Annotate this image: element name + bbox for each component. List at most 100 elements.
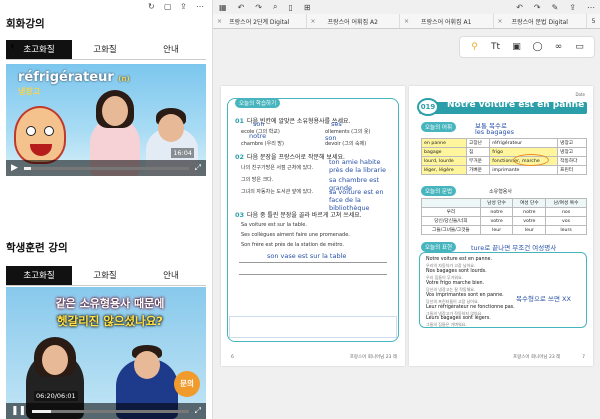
back-chevron-icon[interactable]: ‹: [10, 40, 22, 53]
lesson-title: Notre voiture est en panne: [447, 100, 585, 110]
table-row: 그들/그녀들/그것들 leur leur leurs: [421, 225, 587, 235]
expr-fr-6: Leurs bagages sont légers.: [426, 316, 491, 321]
conversation-video-player[interactable]: réfrigérateur (n) 냉장고 16:04 ▶ ⤢: [6, 64, 206, 176]
section-title-conversation: 회화강의: [6, 18, 45, 30]
bookmark-icon[interactable]: ▯: [288, 3, 292, 12]
lasso-icon[interactable]: ⚲: [469, 41, 481, 53]
doc-tab-4[interactable]: × 프랑스어 문법 Digital: [494, 14, 587, 28]
tab-guide[interactable]: 안내: [138, 40, 204, 59]
video1-quality-tabs: 초고화질 고화질 안내: [6, 40, 206, 60]
q2-item-1: 나의 친구가방은 서점 근처에 있다.: [241, 165, 314, 171]
expr-fr-1: Notre voiture est en panne.: [426, 257, 493, 262]
video2-controls: ❚❚ ⤢: [6, 403, 206, 419]
grid-icon[interactable]: ▦: [219, 3, 227, 12]
table-row: lourd, lourde 무거운 fonctionner, marche 작동하다: [420, 156, 587, 166]
practice-header: 오늘의 학습하기: [235, 98, 281, 108]
tab-hd[interactable]: 고화질: [72, 40, 138, 59]
training-video-player[interactable]: 같은 소유형용사 때문에 헷갈리진 않으셨나요? 문의 06:20/06:01 …: [6, 287, 206, 419]
inquiry-button[interactable]: 문의: [174, 371, 200, 397]
doc-tab-2[interactable]: × 프랑스어 어휘집 A2: [307, 14, 400, 28]
play-icon[interactable]: ▶: [11, 163, 18, 173]
answer-line: [239, 262, 387, 263]
document-tabs: × 프랑스어 2단계 Digital × 프랑스어 어휘집 A2 × 프랑스어 어휘집…: [213, 14, 600, 29]
worksheet-page-left: 오늘의 학습하기 01 다음 빈칸에 알맞은 소유형용사를 쓰세요. ecole …: [221, 86, 405, 366]
host-woman-face: [102, 96, 128, 126]
video-lecture-pane: ↻ ▢ ⇪ ⋯ 회화강의 초고화질 고화질 안내 ‹ réfrigérateur…: [0, 0, 212, 419]
grammar-table: 남성 단수 여성 단수 남/여성 복수 우리 notre notre nos 당신/당…: [421, 198, 587, 235]
left-toolbar: ↻ ▢ ⇪ ⋯: [0, 0, 212, 14]
share-icon[interactable]: ⇪: [569, 3, 576, 12]
add-page-icon[interactable]: ⊞: [304, 3, 311, 12]
grammar-header: 오늘의 문법: [421, 186, 457, 196]
undo2-icon[interactable]: ↶: [516, 3, 523, 12]
bookmark-icon[interactable]: ▢: [164, 3, 172, 11]
q3-item-2: Ses collègues aiment faire une promenade…: [241, 232, 350, 238]
q2-answer-3: sa voiture est en face de la bibliothèqu…: [329, 188, 384, 212]
doc-tab-3[interactable]: × 프랑스어 어휘집 A1: [400, 14, 494, 28]
text-tool-icon[interactable]: Tt: [490, 41, 502, 53]
doc-tab-count[interactable]: 5: [587, 14, 600, 28]
video2-progress[interactable]: [32, 409, 189, 413]
pause-icon[interactable]: ❚❚: [11, 406, 26, 416]
date-label: Date: [575, 92, 585, 97]
q2-item-2: 그의 방은 크다.: [241, 177, 274, 183]
cartoon-fridge-character: [14, 106, 66, 164]
link-icon[interactable]: ∞: [553, 41, 565, 53]
more-icon[interactable]: ⋯: [196, 3, 204, 11]
doc-tab-1[interactable]: × 프랑스어 2단계 Digital: [213, 14, 307, 28]
answer-key-box: [229, 316, 397, 338]
video-time: 16:04: [171, 148, 194, 158]
vocab-table: en panne 고장난 réfrigérateur 냉장고 bagage 짐 fri…: [420, 138, 587, 175]
expr-fr-3: Votre frigo marche bien.: [426, 281, 485, 286]
more-icon[interactable]: ⋯: [587, 3, 595, 12]
expression-box: Notre voiture est en panne. 우리의 자동차가 고장 …: [419, 252, 587, 328]
redo2-icon[interactable]: ↷: [534, 3, 541, 12]
tab-hd[interactable]: 고화질: [72, 266, 138, 285]
expression-header: 오늘의 표현: [421, 242, 457, 252]
comment-icon[interactable]: ◯: [532, 41, 544, 53]
ink-circle: [513, 154, 549, 166]
table-row: 남성 단수 여성 단수 남/여성 복수: [421, 198, 587, 208]
tab-guide[interactable]: 안내: [138, 266, 204, 285]
trainer-woman-face: [42, 345, 68, 375]
answer-line: [239, 274, 387, 275]
page-footer-right: 프랑스어 회니어님 23 레: [513, 355, 561, 360]
share-icon[interactable]: ⇪: [180, 3, 188, 11]
page-number-left: 6: [231, 355, 234, 360]
q1-answer-1: son: [253, 120, 265, 128]
expression-note: ture로 끝나면 무조건 여성명사: [471, 244, 557, 252]
pen-icon[interactable]: ✎: [552, 3, 559, 12]
fullscreen-icon[interactable]: ⤢: [195, 163, 201, 173]
question-3: 03 다음 중 틀린 문장을 골라 바르게 고쳐 쓰세요.: [235, 211, 362, 219]
q2-item-3: 그녀의 자동차는 도서관 앞에 있다.: [241, 189, 314, 195]
q2-answer-1: ton amie habite près de la librarie: [329, 158, 387, 174]
table-row: 당신/당신들/너희 votre votre vos: [421, 216, 587, 226]
pdf-viewer-pane: ▦ ↶ ↷ ⌕ ▯ ⊞ ↶ ↷ ✎ ⇪ ⋯ × 프랑스어 2단계 Digital …: [212, 0, 600, 419]
redo-icon[interactable]: ↷: [255, 3, 262, 12]
image-icon[interactable]: ▣: [511, 41, 523, 53]
expr-fr-5: Leur réfrigérateur ne fonctionne pas.: [426, 305, 515, 310]
video1-progress[interactable]: [23, 166, 189, 170]
expr-fr-2: Nos bagages sont lourds.: [426, 269, 487, 274]
q3-answer: son vase est sur la table: [267, 252, 347, 260]
table-row: bagage 짐 frigo 냉장고: [420, 147, 587, 157]
q1-answer-2: ses: [331, 120, 342, 128]
q3-item-1: Sa voiture est sur la table.: [241, 222, 307, 228]
video-vocab-word: réfrigérateur (n): [18, 70, 130, 85]
video2-quality-tabs: 초고화질 고화질 안내: [6, 266, 206, 286]
search-icon[interactable]: ⌕: [273, 2, 277, 12]
fullscreen-icon[interactable]: ⤢: [195, 406, 201, 416]
sticky-note-icon[interactable]: ▭: [574, 41, 586, 53]
expr-ko-6: 그들의 짐들은 가벼워요.: [426, 322, 467, 327]
table-row: 우리 notre notre nos: [421, 207, 587, 217]
expr-fr-4: Vos imprimantes sont en panne.: [426, 293, 504, 298]
undo-icon[interactable]: ↶: [238, 3, 245, 12]
viewer-toolbar: ▦ ↶ ↷ ⌕ ▯ ⊞ ↶ ↷ ✎ ⇪ ⋯: [213, 0, 600, 14]
tab-uhd[interactable]: 초고화질: [6, 266, 72, 285]
video-vocab-meaning: 냉장고: [18, 87, 41, 96]
refresh-icon[interactable]: ↻: [148, 3, 156, 11]
vocab-header: 오늘의 어휘: [421, 122, 457, 132]
grammar-subtitle: 소유형용사: [489, 189, 513, 195]
vocab-note-2: les bagages: [475, 128, 514, 136]
host-man-face: [158, 114, 184, 142]
